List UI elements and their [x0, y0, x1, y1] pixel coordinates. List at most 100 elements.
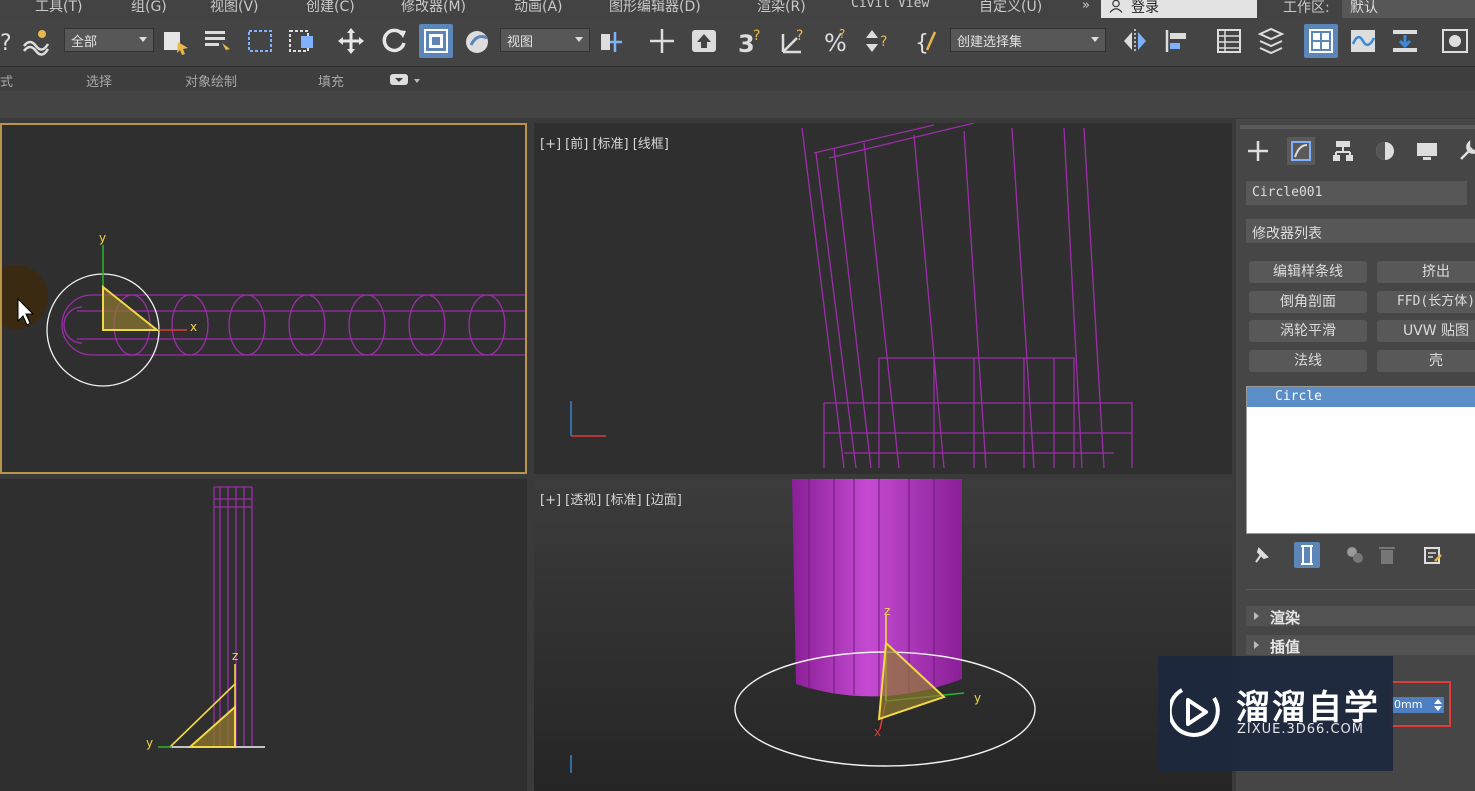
display-tab-icon[interactable]	[1413, 137, 1441, 165]
ribbon-tab-modeling[interactable]: 式	[0, 71, 13, 90]
window-crossing-icon[interactable]	[285, 24, 319, 58]
menu-views[interactable]: 视图(V)	[210, 0, 259, 16]
ribbon-tab-object-paint[interactable]: 对象绘制	[185, 71, 237, 90]
axis-y-label: y	[99, 231, 107, 245]
scale-icon[interactable]	[419, 24, 453, 58]
named-selection-dropdown[interactable]: 创建选择集	[950, 28, 1106, 52]
align-icon[interactable]	[1160, 24, 1194, 58]
angle-snap-icon[interactable]: ?	[777, 24, 811, 58]
viewport-front[interactable]: [+] [前] [标准] [线框]	[534, 123, 1232, 474]
normal-button[interactable]: 法线	[1249, 350, 1367, 372]
pin-stack-icon[interactable]	[1248, 542, 1274, 568]
extrude-button[interactable]: 挤出	[1377, 261, 1475, 283]
utilities-tab-icon[interactable]	[1455, 137, 1475, 165]
rotate-icon[interactable]	[377, 24, 411, 58]
menu-customize[interactable]: 自定义(U)	[979, 0, 1042, 16]
menu-tools[interactable]: 工具(T)	[35, 0, 82, 16]
viewport-left[interactable]: z y	[0, 479, 527, 791]
workspace-dropdown[interactable]: 默认	[1342, 0, 1475, 18]
motion-tab-icon[interactable]	[1371, 137, 1399, 165]
place-icon[interactable]	[461, 24, 495, 58]
menu-modifiers[interactable]: 修改器(M)	[401, 0, 466, 16]
rollout-interpolation[interactable]: 插值	[1246, 635, 1475, 656]
spinner-snap-icon[interactable]: ?	[861, 24, 895, 58]
menu-animation[interactable]: 动画(A)	[514, 0, 563, 16]
object-name-field[interactable]: Circle001	[1246, 181, 1467, 205]
menu-bar: 工具(T) 组(G) 视图(V) 创建(C) 修改器(M) 动画(A) 图形编辑…	[0, 0, 1475, 20]
chevron-down-icon	[1091, 37, 1099, 42]
shell-button[interactable]: 壳	[1377, 350, 1475, 372]
chevron-right-icon	[1254, 641, 1259, 649]
schematic-view-icon[interactable]	[1388, 24, 1422, 58]
ribbon-tab-populate[interactable]: 填充	[318, 71, 344, 90]
modify-tab-icon[interactable]	[1287, 137, 1315, 165]
configure-modifier-sets-icon[interactable]	[1420, 542, 1446, 568]
svg-text:?: ?	[880, 34, 887, 50]
select-manipulate-icon[interactable]	[645, 24, 679, 58]
ffd-box-button[interactable]: FFD(长方体)	[1377, 291, 1475, 313]
menu-civil-view[interactable]: Civil View	[851, 0, 929, 11]
main-toolbar: ? 全部 视图 3? ? %? ? { 创建选择集	[0, 20, 1475, 67]
selection-filter-value: 全部	[71, 35, 98, 50]
help-icon[interactable]: ?	[0, 24, 20, 58]
mirror-icon[interactable]	[1118, 24, 1152, 58]
spinner-arrows-icon[interactable]	[1434, 699, 1442, 711]
reference-coordinate-value: 视图	[507, 35, 534, 50]
viewport-perspective[interactable]: [+] [透视] [标准] [边面] z y x	[534, 479, 1232, 791]
material-editor-icon[interactable]	[1438, 24, 1472, 58]
reference-coordinate-dropdown[interactable]: 视图	[500, 28, 590, 52]
selection-filter-dropdown[interactable]: 全部	[64, 28, 154, 52]
layer-explorer-icon[interactable]	[1254, 24, 1288, 58]
axis-z-label: z	[232, 649, 239, 663]
move-icon[interactable]	[334, 24, 368, 58]
stack-item-circle[interactable]: Circle	[1247, 387, 1475, 407]
bevel-profile-button[interactable]: 倒角剖面	[1249, 291, 1367, 313]
highlighted-spinner[interactable]: 0mm	[1390, 681, 1451, 727]
create-tab-icon[interactable]	[1244, 137, 1272, 165]
curve-editor-icon[interactable]	[1346, 24, 1380, 58]
ribbon-options-icon[interactable]	[390, 73, 424, 87]
watermark-url: ZIXUE.3D66.COM	[1237, 722, 1364, 737]
panel-separator	[1246, 589, 1475, 590]
uvw-map-button[interactable]: UVW 贴图	[1377, 320, 1475, 342]
show-end-result-icon[interactable]	[1294, 542, 1320, 568]
bind-space-warp-icon[interactable]	[18, 24, 52, 58]
edit-spline-button[interactable]: 编辑样条线	[1249, 261, 1367, 283]
menu-create[interactable]: 创建(C)	[306, 0, 355, 16]
modifier-stack[interactable]: Circle	[1246, 386, 1475, 534]
spinner-field[interactable]: 0mm	[1392, 697, 1444, 713]
menu-graph-editors[interactable]: 图形编辑器(D)	[609, 0, 701, 16]
hierarchy-tab-icon[interactable]	[1329, 137, 1357, 165]
pivot-center-icon[interactable]	[594, 24, 628, 58]
keyboard-shortcut-toggle-icon[interactable]	[687, 24, 721, 58]
edit-named-selection-icon[interactable]: {	[911, 24, 945, 58]
select-object-icon[interactable]	[158, 24, 192, 58]
scene-explorer-icon[interactable]	[1212, 24, 1246, 58]
make-unique-icon[interactable]	[1342, 542, 1368, 568]
login-dropdown[interactable]: 登录	[1101, 0, 1257, 18]
rectangular-selection-icon[interactable]	[243, 24, 277, 58]
named-selection-value: 创建选择集	[957, 35, 1023, 50]
menu-rendering[interactable]: 渲染(R)	[757, 0, 806, 16]
percent-snap-icon[interactable]: %?	[819, 24, 853, 58]
workspace-value: 默认	[1350, 0, 1378, 16]
viewport-top[interactable]: y x	[0, 123, 527, 474]
remove-modifier-icon[interactable]	[1374, 542, 1400, 568]
menu-overflow-button[interactable]: »	[1082, 0, 1090, 13]
svg-text:?: ?	[0, 31, 12, 56]
modifier-list-dropdown[interactable]: 修改器列表	[1246, 219, 1475, 243]
turbosmooth-button[interactable]: 涡轮平滑	[1249, 320, 1367, 342]
menu-group[interactable]: 组(G)	[131, 0, 167, 16]
panel-drag-handle[interactable]	[1240, 125, 1475, 129]
login-label: 登录	[1131, 0, 1159, 16]
toggle-ribbon-icon[interactable]	[1304, 24, 1338, 58]
rollout-interpolation-label: 插值	[1270, 638, 1301, 656]
viewport-top-scene	[2, 245, 525, 387]
ribbon-tab-selection[interactable]: 选择	[86, 71, 112, 90]
snaps-toggle-icon[interactable]: 3?	[735, 24, 769, 58]
rollout-rendering[interactable]: 渲染	[1246, 606, 1475, 627]
viewport-front-label[interactable]: [+] [前] [标准] [线框]	[540, 133, 669, 152]
viewport-perspective-label[interactable]: [+] [透视] [标准] [边面]	[540, 489, 682, 508]
viewport-front-scene	[570, 123, 1133, 469]
select-by-name-icon[interactable]	[200, 24, 234, 58]
